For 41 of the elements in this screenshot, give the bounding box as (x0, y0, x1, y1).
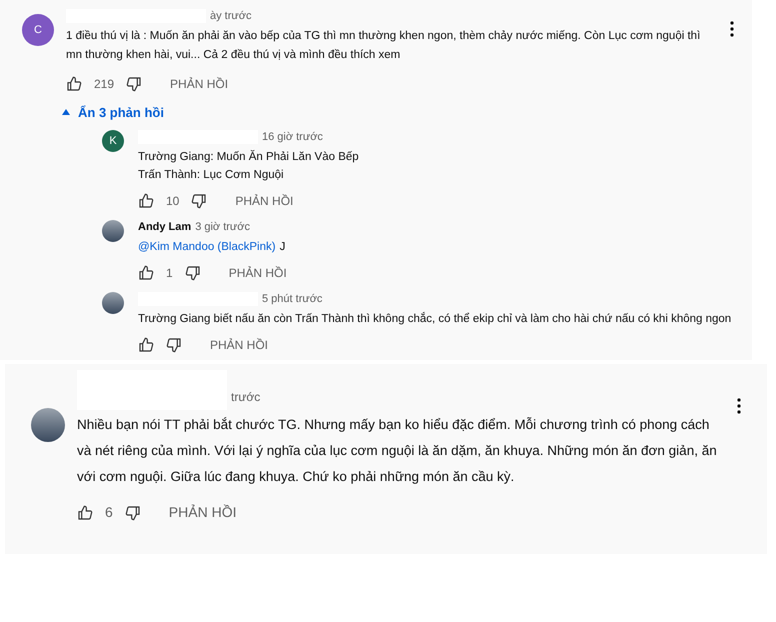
like-count: 6 (105, 503, 113, 522)
thumbs-up-icon[interactable] (138, 337, 154, 353)
thumbs-up-icon[interactable] (66, 76, 82, 92)
avatar-letter: C (34, 22, 42, 38)
comment-time: 16 giờ trước (262, 130, 323, 145)
comment-text: Nhiều bạn nói TT phải bắt chước TG. Nhưng mấy bạn ko hiểu đặc điểm. Mỗi chương trình có phong cách và nét riêng của mình. Với lại ý nghĩa của lục cơm nguội là ăn dặm, ăn khuya. Những món ăn đơn giản, ăn với cơm nguội. Giữa lúc đang khuya. Chứ ko phải những món ăn cầu kỳ. (77, 416, 718, 486)
thumbs-up-icon[interactable] (138, 193, 154, 209)
like-count: 219 (94, 76, 114, 92)
mention-link[interactable]: @Kim Mandoo (BlackPink) (138, 238, 276, 256)
caret-icon (62, 109, 70, 116)
avatar-photo-placeholder (102, 292, 124, 314)
thumbs-down-icon[interactable] (126, 76, 142, 92)
reply-button[interactable]: PHẢN HỒI (235, 192, 294, 210)
comment-author: Andy Lam (138, 220, 192, 235)
thumbs-down-icon[interactable] (184, 265, 201, 281)
thumbs-down-icon[interactable] (124, 504, 141, 520)
comment-text: Trường Giang biết nấu ăn còn Trấn Thành thì không chắc, có thể ekip chỉ và làm cho hài chứ nấu có khi không ngon (138, 311, 732, 327)
like-count: 10 (166, 193, 180, 210)
comment-text: Trường Giang: Muốn Ăn Phải Lăn Vào Bếp (138, 149, 359, 165)
like-count: 1 (166, 265, 173, 282)
avatar-letter: K (109, 134, 117, 149)
reply-button[interactable]: PHẢN HỒI (170, 74, 228, 92)
comment-time: trước (231, 389, 260, 406)
comment-text: J (280, 240, 286, 255)
avatar-photo-placeholder (31, 408, 65, 442)
reply-button[interactable]: PHẢN HỒI (168, 502, 236, 523)
comment-time: 5 phút trước (262, 292, 322, 307)
thumbs-down-icon[interactable] (191, 193, 208, 209)
comment-text: Trấn Thành: Lục Cơm Nguội (138, 168, 285, 183)
toggle-replies-button[interactable]: Ẩn 3 phản hồi (62, 102, 744, 122)
thumbs-up-icon[interactable] (138, 265, 154, 281)
avatar-photo-placeholder (102, 220, 124, 242)
comment-time: ày trước (210, 9, 252, 24)
reply-button[interactable]: PHẢN HỒI (228, 264, 287, 282)
more-options-icon[interactable] (730, 20, 734, 36)
comment-text: 1 điều thú vị là : Muốn ăn phải ăn vào bếp của TG thì mn thường khen ngon, thèm chảy nước miếng. Còn Lục cơm nguội thì mn thường khen hài, vui... Cả 2 đều thú vị và mình đều thích xem (66, 28, 702, 62)
reply-button[interactable]: PHẢN HỒI (210, 336, 268, 354)
thumbs-down-icon[interactable] (166, 337, 182, 353)
thumbs-up-icon[interactable] (77, 504, 93, 520)
comment-time: 3 giờ trước (195, 220, 250, 235)
more-options-icon[interactable] (737, 398, 741, 414)
